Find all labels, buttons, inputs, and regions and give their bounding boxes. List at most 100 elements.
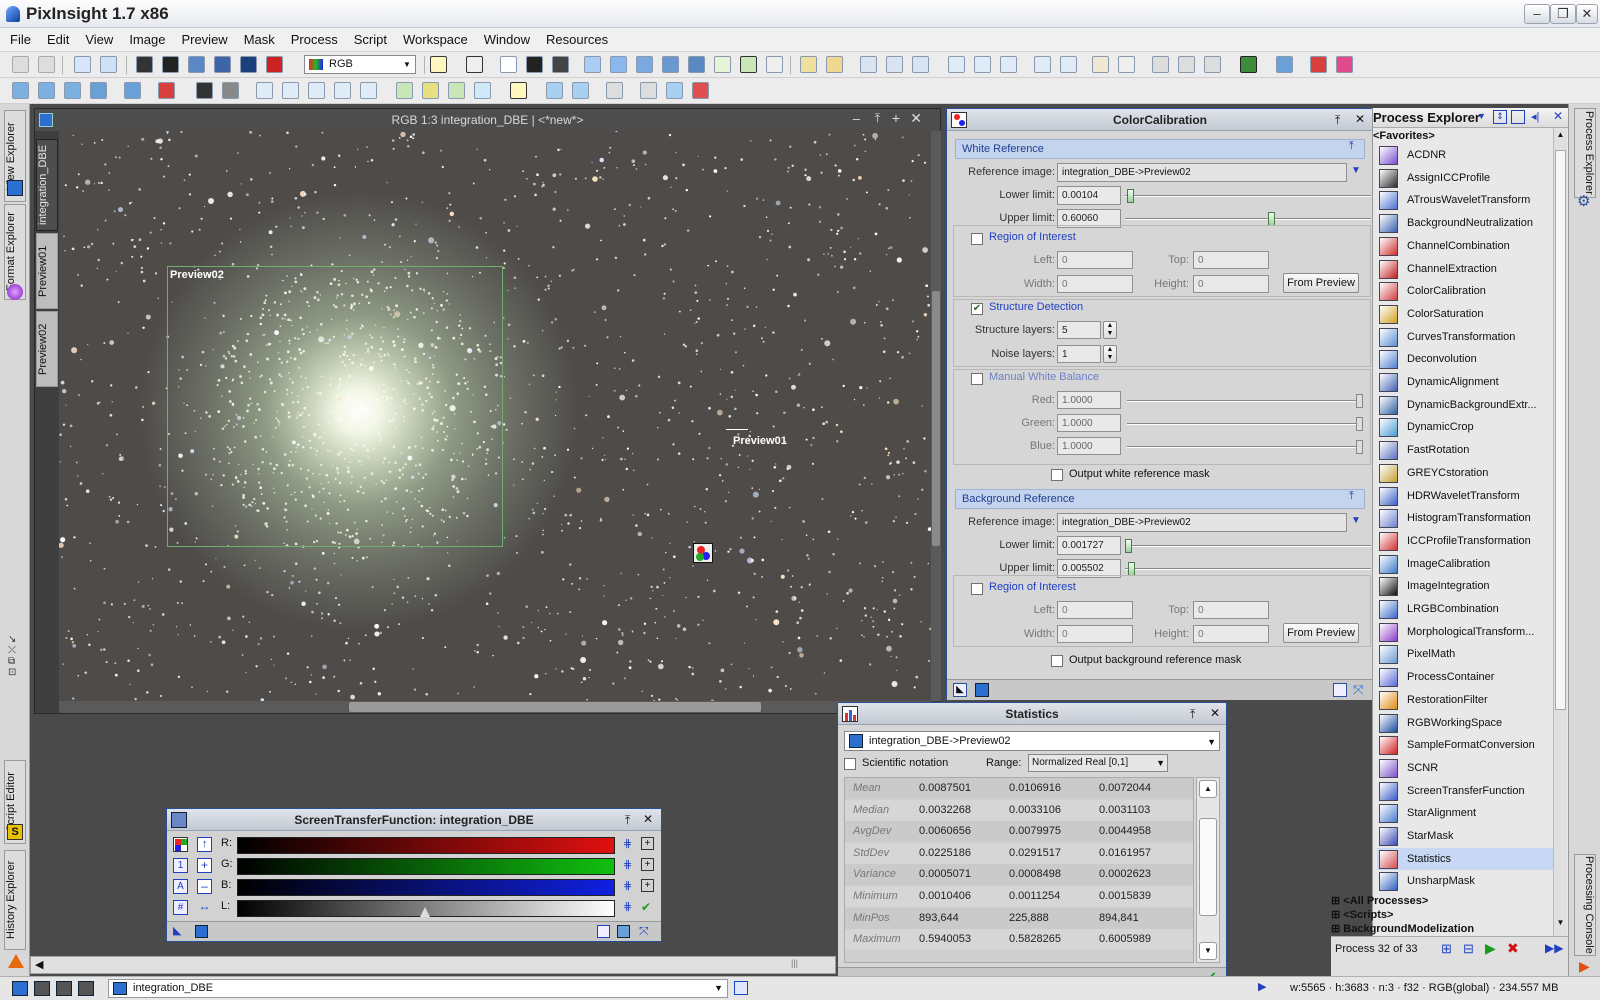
edit-preview-icon[interactable] <box>740 56 757 73</box>
tool-3-icon[interactable] <box>64 82 81 99</box>
menu-resources[interactable]: Resources <box>538 28 616 52</box>
mask-2-icon[interactable] <box>422 82 439 99</box>
layer-3-icon[interactable] <box>552 56 569 73</box>
blue-input[interactable]: 1.0000 <box>1057 437 1121 455</box>
green-slider-handle[interactable] <box>1356 417 1363 431</box>
float-icon[interactable] <box>1511 110 1525 124</box>
scroll-left-icon[interactable]: ◀ <box>35 958 43 971</box>
mirror-h-icon[interactable] <box>334 82 351 99</box>
process-list-scroll-thumb[interactable] <box>1555 150 1566 710</box>
process-item-dynamicbackgroundextr[interactable]: DynamicBackgroundExtr... <box>1377 394 1553 416</box>
process-item-screentransferfunction[interactable]: ScreenTransferFunction <box>1377 780 1553 802</box>
save-icon[interactable] <box>188 56 205 73</box>
new-instance-icon[interactable]: ◣ <box>173 924 181 937</box>
group-scripts[interactable]: ⊞ <Scripts> <box>1331 908 1393 921</box>
blue-slider-handle[interactable] <box>1356 440 1363 454</box>
preview01-box[interactable] <box>726 429 748 430</box>
process-item-fastrotation[interactable]: FastRotation <box>1377 439 1553 461</box>
tab-integration-dbe[interactable]: integration_DBE <box>36 139 58 231</box>
section-collapse-icon[interactable]: ⤒ <box>1349 140 1354 153</box>
l-check-icon[interactable]: ✔ <box>641 900 651 914</box>
list-icon[interactable] <box>1092 56 1109 73</box>
process-item-statistics[interactable]: Statistics <box>1377 847 1553 870</box>
green-input[interactable]: 1.0000 <box>1057 414 1121 432</box>
readout-icon[interactable] <box>860 56 877 73</box>
stf-g-bar[interactable] <box>237 858 615 875</box>
structure-label[interactable]: Structure Detection <box>989 301 1083 313</box>
red-slider[interactable] <box>1127 400 1363 402</box>
mirror-v-icon[interactable] <box>360 82 377 99</box>
fit-icon[interactable] <box>610 56 627 73</box>
statistics-view-select[interactable]: integration_DBE->Preview02 ▼ <box>844 731 1220 751</box>
dock-left-icon[interactable]: ◂| <box>1531 110 1539 123</box>
reset-icon[interactable] <box>1333 683 1347 697</box>
workspace-scrollbar[interactable]: ◀ ||| <box>30 956 836 974</box>
br-roi-label[interactable]: Region of Interest <box>989 581 1076 593</box>
br-upper-slider-handle[interactable] <box>1128 562 1136 576</box>
process-item-sampleformatconversion[interactable]: SampleFormatConversion <box>1377 734 1553 756</box>
rotate-right-icon[interactable] <box>282 82 299 99</box>
br-lower-slider-handle[interactable] <box>1125 539 1133 553</box>
l-grid-icon[interactable]: ⋕ <box>623 900 632 913</box>
preview-b-icon[interactable] <box>572 82 589 99</box>
process-item-pixelmath[interactable]: PixelMath <box>1377 643 1553 665</box>
wr-upper-slider-handle[interactable] <box>1267 212 1275 226</box>
red-input[interactable]: 1.0000 <box>1057 391 1121 409</box>
view-properties-icon[interactable] <box>734 981 748 995</box>
expand-icon[interactable]: ⤧ <box>639 924 649 939</box>
redo-icon[interactable] <box>38 56 55 73</box>
process-item-dynamiccrop[interactable]: DynamicCrop <box>1377 416 1553 438</box>
scientific-notation-checkbox[interactable] <box>844 758 856 770</box>
output-white-mask-label[interactable]: Output white reference mask <box>1069 468 1210 480</box>
g-reset-icon[interactable]: + <box>641 858 654 871</box>
manual-wb-label[interactable]: Manual White Balance <box>989 371 1099 383</box>
section-collapse-icon[interactable]: ⤒ <box>1349 490 1354 503</box>
process-item-imagecalibration[interactable]: ImageCalibration <box>1377 553 1553 575</box>
grid-icon[interactable]: # <box>173 900 188 915</box>
collapse-icon[interactable]: ⤒ <box>1190 707 1195 722</box>
close-icon[interactable]: ✕ <box>1210 706 1220 720</box>
list-2-icon[interactable] <box>1118 56 1135 73</box>
process-item-hdrwavelettransform[interactable]: HDRWaveletTransform <box>1377 485 1553 507</box>
save-as-icon[interactable] <box>214 56 231 73</box>
preview-a-icon[interactable] <box>546 82 563 99</box>
cancel-icon[interactable]: ✖ <box>1507 940 1519 957</box>
new-image-icon[interactable] <box>136 56 153 73</box>
process-item-imageintegration[interactable]: ImageIntegration <box>1377 575 1553 597</box>
print-icon[interactable] <box>266 56 283 73</box>
process-item-histogramtransformation[interactable]: HistogramTransformation <box>1377 507 1553 529</box>
pan-icon[interactable] <box>584 56 601 73</box>
manual-wb-checkbox[interactable] <box>971 373 983 385</box>
close-icon[interactable]: ✕ <box>1553 109 1563 123</box>
preview-f-icon[interactable] <box>692 82 709 99</box>
zoom-out-full-icon[interactable] <box>662 56 679 73</box>
wr-roi-checkbox[interactable] <box>971 233 983 245</box>
history-explorer-tab[interactable]: History Explorer <box>4 850 26 950</box>
statistics-titlebar[interactable]: Statistics <box>838 703 1226 725</box>
stf-l-bar[interactable] <box>237 900 615 917</box>
mask-show-icon[interactable] <box>466 56 483 73</box>
wr-left-input[interactable]: 0 <box>1057 251 1133 269</box>
output-white-mask-checkbox[interactable] <box>1051 469 1063 481</box>
forward-icon[interactable]: ▶▶ <box>1545 941 1563 955</box>
wr-width-input[interactable]: 0 <box>1057 275 1133 293</box>
process-item-unsharpmask[interactable]: UnsharpMask <box>1377 870 1553 892</box>
resize-icon[interactable]: ↔ <box>197 900 212 915</box>
group-background-modelization[interactable]: ⊞ BackgroundModelization <box>1331 922 1474 935</box>
br-upper-slider[interactable] <box>1125 568 1371 570</box>
zoom-out-icon[interactable]: – <box>197 879 212 894</box>
channel-select[interactable]: RGB ▼ <box>304 55 416 74</box>
wr-reference-input[interactable]: integration_DBE->Preview02 <box>1057 163 1347 182</box>
preview02-box[interactable]: Preview02 <box>167 266 503 547</box>
statistics-scrollbar[interactable]: ▲ ▼ <box>1196 777 1220 963</box>
vertical-scroll-thumb[interactable] <box>932 291 940 546</box>
image-window[interactable]: RGB 1:3 integration_DBE | <*new*> – ⤒ + … <box>34 108 941 714</box>
br-roi-checkbox[interactable] <box>971 583 983 595</box>
view-selector[interactable]: integration_DBE ▼ <box>108 979 728 998</box>
menu-file[interactable]: File <box>2 28 39 52</box>
workspace-3-icon[interactable] <box>56 981 72 996</box>
active-mode-icon[interactable] <box>430 56 447 73</box>
stf-r-bar[interactable] <box>237 837 615 854</box>
menu-window[interactable]: Window <box>476 28 538 52</box>
wr-lower-slider-handle[interactable] <box>1127 189 1135 203</box>
